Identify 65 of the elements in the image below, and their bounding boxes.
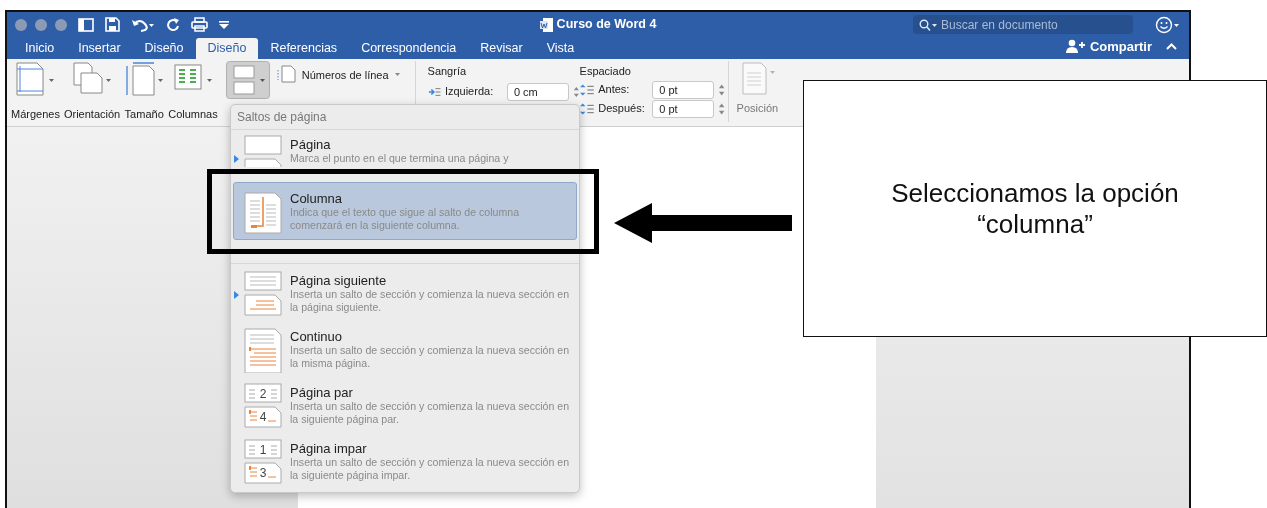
search-field[interactable]: Buscar en documento xyxy=(913,15,1133,34)
line-numbers-button[interactable]: Números de línea xyxy=(299,65,391,84)
window-title: Curso de Word 4 xyxy=(556,16,657,34)
position-button[interactable]: Posición xyxy=(736,99,779,122)
item-description: Marca el punto en el que termina una página y xyxy=(290,152,509,165)
menu-item[interactable]: Página siguiente Inserta un salto de sección y comienza la nueva sección en la página siguiente. xyxy=(233,268,577,324)
save-icon[interactable] xyxy=(105,17,120,32)
item-description: Indica que el texto que sigue al salto de columna comenzará en la siguiente columna. xyxy=(290,206,521,232)
breaks-icon[interactable] xyxy=(225,61,270,99)
spacing-label: Después: xyxy=(598,101,646,117)
next-page-icon xyxy=(242,271,284,317)
column-break-icon xyxy=(242,189,284,235)
item-description: Inserta un salto de sección y comienza la nueva sección en la página siguiente. xyxy=(290,288,571,314)
undo-icon[interactable] xyxy=(131,17,155,32)
menu-item[interactable]: Columna Indica que el texto que sigue al salto de columna comenzará en la siguiente columna. xyxy=(233,182,577,240)
ribbon-tab[interactable]: Revisar xyxy=(468,38,535,59)
ribbon-tab[interactable]: Referencias xyxy=(258,38,350,59)
spacing-field[interactable]: 0 pt xyxy=(652,99,715,118)
margins-icon[interactable] xyxy=(15,61,56,97)
item-description: Inserta un salto de sección y comienza la nueva sección en la siguiente página par. xyxy=(290,400,571,426)
continuous-icon xyxy=(242,327,284,373)
line-numbers-icon[interactable] xyxy=(275,65,296,83)
print-icon[interactable] xyxy=(191,17,208,32)
margins-button[interactable]: Márgenes xyxy=(11,105,60,122)
menu-item[interactable]: Página Marca el punto en el que termina una página y xyxy=(233,132,577,168)
share-button[interactable]: Compartir xyxy=(1065,36,1152,56)
menu-item[interactable]: 1 3 Página impar Inserta un salto de sección y comienza la nueva sección en la siguiente página impar. xyxy=(233,436,577,492)
collapse-icon[interactable] xyxy=(1166,42,1177,50)
caret-icon xyxy=(394,73,401,77)
menu-item[interactable]: 2 4 Página par Inserta un salto de sección y comienza la nueva sección en la siguiente página par. xyxy=(233,380,577,436)
columns-button[interactable]: Columnas xyxy=(168,105,218,122)
indent-left-field[interactable]: 0 cm xyxy=(506,82,569,101)
menu-item[interactable]: Continuo Inserta un salto de sección y comienza la nueva sección en la misma página. xyxy=(233,324,577,380)
redo-icon[interactable] xyxy=(166,17,180,32)
ribbon-tab[interactable]: Diseño xyxy=(132,38,196,59)
orientation-button[interactable]: Orientación xyxy=(63,105,121,122)
spacing-icon xyxy=(579,82,595,97)
ribbon-tab[interactable]: Diseño xyxy=(195,38,259,59)
minimize-button[interactable] xyxy=(35,18,47,31)
item-description: Inserta un salto de sección y comienza la nueva sección en la misma página. xyxy=(290,344,571,370)
size-button[interactable]: Tamaño xyxy=(124,105,164,122)
smiley-icon[interactable] xyxy=(1155,15,1179,34)
document-icon xyxy=(539,17,553,32)
customize-icon[interactable] xyxy=(219,19,229,30)
item-description: Inserta un salto de sección y comienza la nueva sección en la siguiente página impar. xyxy=(290,456,571,482)
spacing-label: Antes: xyxy=(598,82,631,98)
callout-text: Seleccionamos la opción “columna” xyxy=(890,177,1180,240)
ribbon-tab[interactable]: Vista xyxy=(534,38,587,59)
sidebar-icon[interactable] xyxy=(78,17,94,32)
search-icon xyxy=(919,18,937,31)
size-icon[interactable] xyxy=(124,61,165,97)
ribbon-tab[interactable]: Inicio xyxy=(13,38,67,59)
spacing-icon xyxy=(579,101,595,116)
spacing-field[interactable]: 0 pt xyxy=(652,80,715,99)
close-button[interactable] xyxy=(15,18,27,31)
spacing-title: Espaciado xyxy=(579,64,632,79)
search-input[interactable]: Buscar en documento xyxy=(941,15,1121,34)
add-person-icon xyxy=(1065,39,1086,54)
menu-section-header: Saltos de página xyxy=(237,109,327,126)
zoom-button[interactable] xyxy=(55,18,67,31)
indent-title: Sangría xyxy=(427,64,468,79)
ribbon-tab[interactable]: Correspondencia xyxy=(349,38,469,59)
indent-left-label: Izquierda: xyxy=(444,84,495,100)
orientation-icon[interactable] xyxy=(72,61,113,97)
ribbon-tab[interactable]: Insertar xyxy=(66,38,133,59)
